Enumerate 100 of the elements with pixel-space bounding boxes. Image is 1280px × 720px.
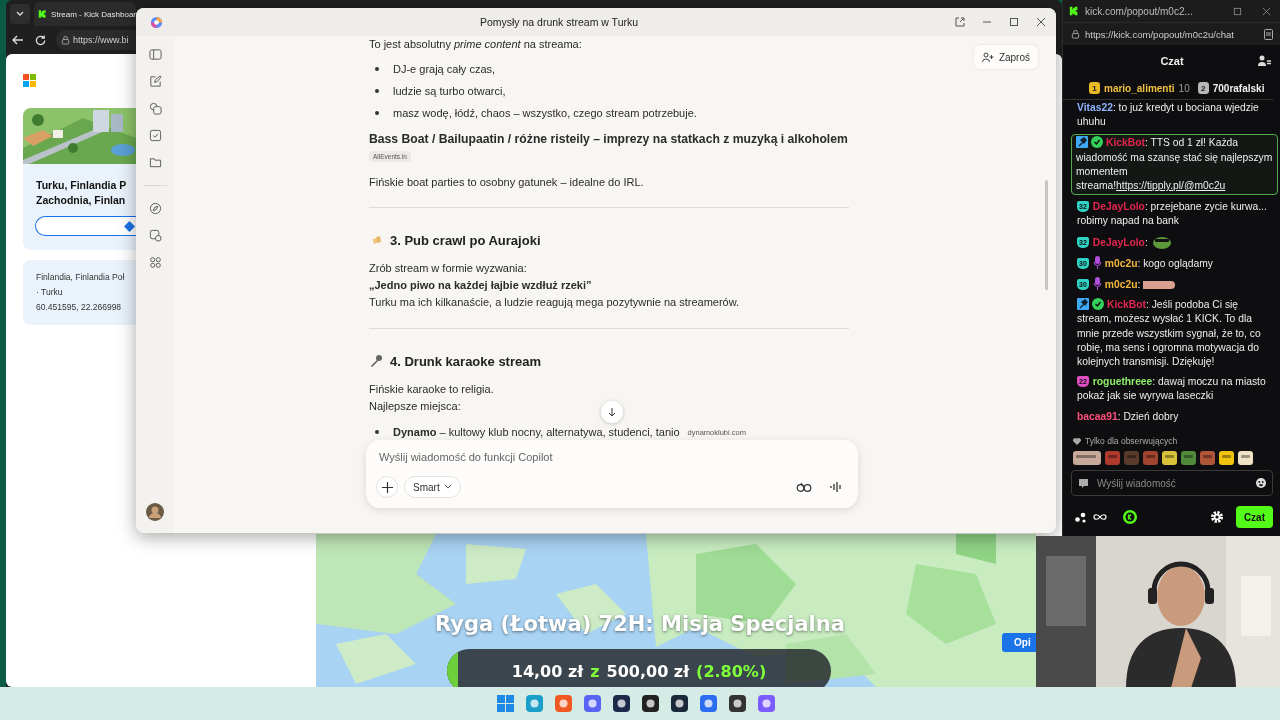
close-icon[interactable] [1262,6,1271,16]
chat-username[interactable]: DeJayLolo [1092,236,1145,248]
hammer-badge-icon [1076,136,1088,149]
gifter-name[interactable]: mario_alimenti [1104,82,1175,94]
sidebar-toggle-icon[interactable] [148,48,162,61]
k-logo-icon [38,8,48,20]
pop-out-icon[interactable] [955,17,965,27]
plus-icon [381,481,393,493]
chat-username[interactable]: Vitas22 [1077,102,1113,113]
text-line: Zrób stream w formie wyzwania: [369,261,527,276]
lock-icon [1071,29,1080,39]
window-title: Pomysły na drunk stream w Turku [478,16,640,28]
chevron-down-icon [443,484,452,490]
infinity-icon[interactable] [1093,513,1107,521]
maximize-icon[interactable] [1009,17,1019,27]
directions-button[interactable] [35,216,136,236]
rank-badge: 1 [1089,82,1100,94]
emote-icon[interactable] [1162,451,1177,465]
message-composer[interactable]: Wyślij wiadomość do funkcji Copilot Smart [366,440,858,508]
microphone-icon [369,354,383,368]
reload-icon[interactable] [34,33,47,47]
message-input[interactable]: Wyślij wiadomość do funkcji Copilot [376,448,848,466]
address-field[interactable]: https://www.bi [56,30,138,50]
emote-icon[interactable] [1238,451,1253,465]
microphone-badge-icon [1092,255,1102,269]
scroll-down-button[interactable] [601,401,623,423]
text-line: Fińskie karaoke to religia. [369,382,494,397]
copy-icon[interactable] [148,102,162,115]
add-button[interactable] [376,476,398,498]
heart-icon [1073,437,1081,445]
share-button[interactable]: Zaproś [973,45,1038,69]
chat-message: KickBot: Jeśli podoba Ci się stream, możesz wysłać 1 KICK. To dla mnie przede wszystkim sygnał, że to, co robię, ma sens i ogromna motywacja do kolejnych transmisji. Dziękuję! [1076,297,1262,370]
hammer-badge-icon [1077,298,1089,311]
dots-icon[interactable] [1075,511,1087,523]
users-icon[interactable] [1258,55,1271,67]
text-line: Turku ma ich kilkanaście, a ludzie reagują mega pozytywnie na streamerów. [369,295,740,310]
gifter-name[interactable]: 700rafalski [1212,82,1265,94]
tab-list-button[interactable] [10,4,30,24]
settings-icon[interactable] [1209,510,1224,524]
window-title: kick.com/popout/m0c2... [1085,5,1193,17]
browser-tab[interactable]: Stream - Kick Dashboar [34,2,136,26]
bullet-dot [375,67,379,71]
bullet-dot [375,430,379,434]
back-icon[interactable] [11,33,25,47]
address-line: 60.451595, 22.266998 [36,301,123,314]
list-item: masz wodę, łódź, chaos – wszystko, czego stream potrzebuje. [393,107,697,119]
voice-icon[interactable] [830,481,842,493]
avatar[interactable] [146,503,164,521]
folder-icon[interactable] [148,156,162,169]
section-heading: 4. Drunk karaoke stream [390,353,542,369]
rank-badge: 2 [1197,82,1209,94]
quote-line: „Jedno piwo na każdej łajbie wzdłuż rzeki” [369,278,592,293]
k-logo-icon [1069,6,1079,16]
list-item: DJ-e grają cały czas, [393,63,496,75]
chat-input[interactable]: Wyślij wiadomość [1071,470,1273,496]
chat-username[interactable]: DeJayLolo [1092,201,1145,213]
finger-emote-icon [1143,279,1178,292]
chat-title: Czat [1160,55,1184,67]
address-line: Finlandia, Finlandia Poł [36,271,126,284]
image-chat-icon[interactable] [148,229,162,242]
chat-message-input[interactable]: Wyślij wiadomość [1095,476,1250,490]
glasses-icon[interactable] [796,482,812,492]
chat-send-button[interactable]: Czat [1235,506,1273,528]
chat-username[interactable]: bacaa91 [1077,410,1118,422]
followers-only-notice: Tylko dla obserwujących [1085,436,1178,446]
maximize-icon[interactable] [1233,6,1242,16]
paragraph: Fińskie boat parties to osobny gatunek – idealne do IRL. [369,175,645,190]
lock-icon [61,35,70,45]
compass-icon[interactable] [148,202,162,215]
frog-emote-icon [1150,234,1173,249]
section-heading: 3. Pub crawl po Aurajoki [390,232,541,248]
address-line: · Turku [36,286,64,299]
chat-username[interactable]: KickBot [1107,299,1146,311]
link[interactable]: https://tipply.pl/@m0c2u [1116,180,1226,191]
close-icon[interactable] [1036,17,1046,27]
emoji-icon[interactable] [1256,478,1266,488]
reader-icon[interactable] [1264,28,1273,40]
chat-message: KickBot: TTS od 1 zł! Każda wiadomość ma szansę stać się najlepszym momentem streama!https://tipply.pl/@m0c2u [1071,134,1278,196]
arrow-down-icon [607,407,617,417]
start-icon[interactable] [497,695,514,712]
apps-icon[interactable] [148,256,162,269]
place-title: Turku, Finlandia P [36,178,128,193]
chat-username[interactable]: KickBot [1106,137,1145,149]
new-chat-icon[interactable] [148,75,162,88]
text-line: Najlepsze miejsca: [369,399,461,414]
verified-badge-icon [1091,136,1103,149]
scrollbar-thumb[interactable] [1045,180,1048,290]
verified-badge-icon [1092,298,1104,311]
subheading: Bass Boat / Bailupaatin / różne risteily – imprezy na statkach z muzyką i alkoholem [369,131,849,148]
microphone-badge-icon [1092,277,1102,291]
k-coin-icon[interactable] [1123,510,1137,524]
list-item: Dynamo – kultowy klub nocny, alternatywa, studenci, tanio [393,426,680,438]
chat-message: bacaa91: Dzień dobry [1076,409,1180,424]
paragraph: To jest absolutny prime content na streama: [369,37,583,52]
mode-dropdown[interactable]: Smart [404,476,461,498]
emote-icon[interactable] [1219,451,1234,465]
bullet-dot [375,89,379,93]
list-item: ludzie są turbo otwarci, [393,85,506,97]
chat-message: Vitas22: to już kredyt u bociana wjedzie uhuhu [1076,101,1260,130]
checkbox-icon[interactable] [148,129,162,142]
